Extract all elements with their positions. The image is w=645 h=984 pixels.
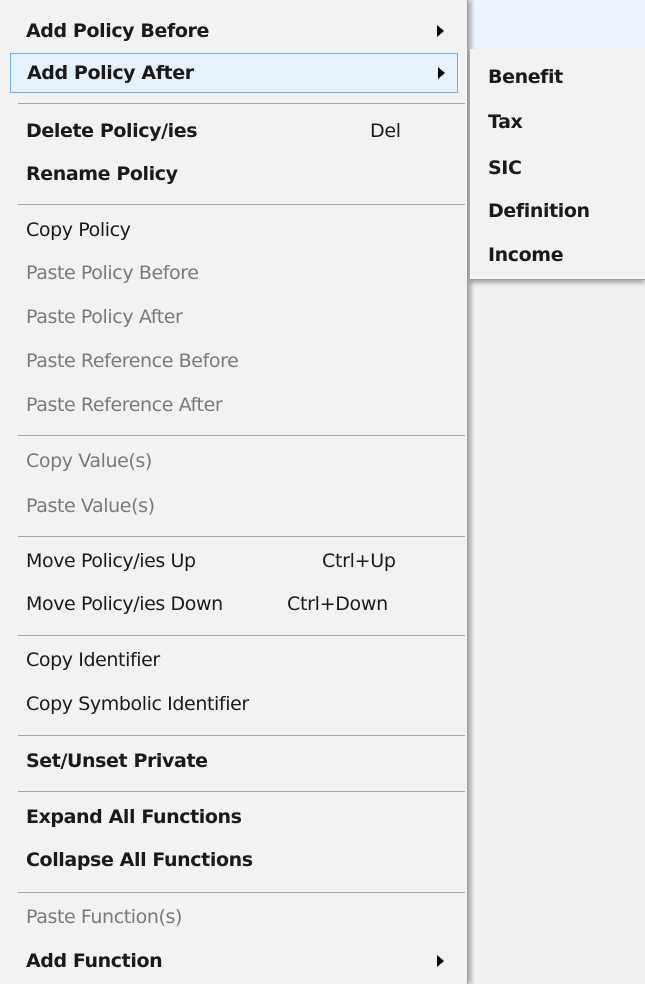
- menu-item-paste-functions[interactable]: Paste Function(s): [10, 898, 458, 938]
- menu-item-paste-policy-after[interactable]: Paste Policy After: [10, 298, 458, 338]
- submenu-arrow-icon: [438, 67, 445, 79]
- menu-separator: [18, 204, 465, 205]
- menu-separator: [18, 892, 465, 893]
- menu-item-label: Paste Reference After: [26, 394, 223, 416]
- menu-item-label: Rename Policy: [26, 163, 178, 185]
- submenu-item-tax[interactable]: Tax: [470, 103, 645, 143]
- submenu-item-definition[interactable]: Definition: [470, 192, 645, 232]
- context-menu: Add Policy Before Add Policy After Delet…: [0, 0, 468, 984]
- menu-separator: [18, 791, 465, 792]
- menu-item-rename-policy[interactable]: Rename Policy: [10, 155, 458, 195]
- menu-item-set-unset-private[interactable]: Set/Unset Private: [10, 742, 458, 782]
- menu-item-label: Paste Function(s): [26, 906, 183, 928]
- menu-item-label: Paste Value(s): [26, 495, 155, 517]
- menu-separator: [18, 103, 465, 104]
- menu-separator: [18, 536, 465, 537]
- menu-item-copy-values[interactable]: Copy Value(s): [10, 442, 458, 482]
- submenu-item-label: Definition: [488, 200, 590, 222]
- menu-item-label: Move Policy/ies Up: [26, 550, 196, 572]
- menu-item-shortcut: Ctrl+Up: [322, 550, 396, 572]
- menu-item-expand-all-functions[interactable]: Expand All Functions: [10, 798, 458, 838]
- menu-item-label: Copy Identifier: [26, 649, 160, 671]
- submenu-item-benefit[interactable]: Benefit: [470, 58, 645, 98]
- menu-item-label: Copy Value(s): [26, 450, 152, 472]
- menu-item-copy-policy[interactable]: Copy Policy: [10, 211, 458, 251]
- submenu-item-label: SIC: [488, 157, 522, 179]
- menu-item-label: Delete Policy/ies: [26, 120, 198, 142]
- menu-item-paste-reference-before[interactable]: Paste Reference Before: [10, 342, 458, 382]
- menu-item-collapse-all-functions[interactable]: Collapse All Functions: [10, 841, 458, 881]
- menu-item-delete-policy[interactable]: Delete Policy/ies Del: [10, 112, 458, 152]
- menu-item-paste-reference-after[interactable]: Paste Reference After: [10, 386, 458, 426]
- menu-item-label: Set/Unset Private: [26, 750, 208, 772]
- submenu-item-label: Benefit: [488, 66, 563, 88]
- menu-item-move-policy-down[interactable]: Move Policy/ies Down Ctrl+Down: [10, 585, 458, 625]
- menu-item-label: Copy Symbolic Identifier: [26, 693, 249, 715]
- submenu-arrow-icon: [437, 25, 444, 37]
- submenu-item-label: Income: [488, 244, 564, 266]
- menu-item-label: Paste Reference Before: [26, 350, 239, 372]
- background-header-row: [470, 0, 645, 50]
- menu-item-add-policy-before[interactable]: Add Policy Before: [10, 12, 458, 52]
- menu-item-shortcut: Del: [370, 120, 401, 142]
- menu-separator: [18, 635, 465, 636]
- menu-item-label: Copy Policy: [26, 219, 131, 241]
- menu-separator: [18, 435, 465, 436]
- menu-item-move-policy-up[interactable]: Move Policy/ies Up Ctrl+Up: [10, 542, 458, 582]
- menu-item-label: Add Policy After: [27, 62, 194, 84]
- menu-item-label: Add Function: [26, 950, 163, 972]
- menu-item-add-policy-after[interactable]: Add Policy After: [10, 53, 458, 93]
- menu-item-shortcut: Ctrl+Down: [287, 593, 388, 615]
- menu-item-label: Paste Policy After: [26, 306, 183, 328]
- submenu-arrow-icon: [437, 955, 444, 967]
- menu-item-label: Move Policy/ies Down: [26, 593, 223, 615]
- menu-item-copy-identifier[interactable]: Copy Identifier: [10, 641, 458, 681]
- menu-item-label: Collapse All Functions: [26, 849, 253, 871]
- menu-item-add-function[interactable]: Add Function: [10, 942, 458, 982]
- add-policy-after-submenu: Benefit Tax SIC Definition Income: [470, 49, 645, 280]
- submenu-item-income[interactable]: Income: [470, 236, 645, 276]
- submenu-item-label: Tax: [488, 111, 523, 133]
- menu-item-paste-policy-before[interactable]: Paste Policy Before: [10, 254, 458, 294]
- submenu-item-sic[interactable]: SIC: [470, 149, 645, 189]
- menu-item-label: Paste Policy Before: [26, 262, 199, 284]
- menu-item-label: Expand All Functions: [26, 806, 242, 828]
- menu-separator: [18, 735, 465, 736]
- menu-item-paste-values[interactable]: Paste Value(s): [10, 487, 458, 527]
- menu-item-label: Add Policy Before: [26, 20, 209, 42]
- menu-item-copy-symbolic-identifier[interactable]: Copy Symbolic Identifier: [10, 685, 458, 725]
